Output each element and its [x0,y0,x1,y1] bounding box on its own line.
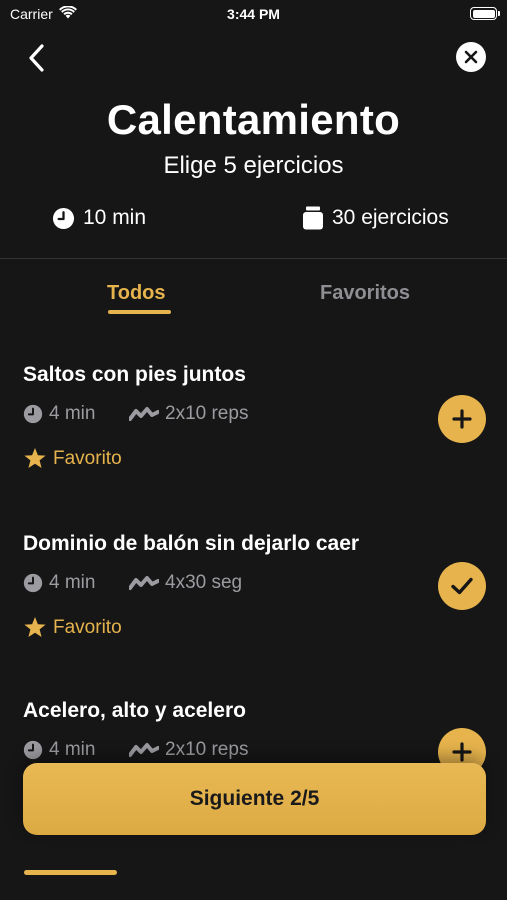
tab-todos[interactable]: Todos [107,282,166,305]
status-time: 3:44 PM [227,6,280,22]
screen: Carrier 3:44 PM Calentamiento Elige 5 ej… [0,0,507,900]
wave-icon [129,743,159,757]
status-bar: Carrier 3:44 PM [0,0,507,28]
page-subtitle: Elige 5 ejercicios [163,152,344,179]
plus-icon [452,409,472,429]
wave-icon [129,407,159,421]
total-duration-label: 10 min [83,206,147,229]
star-icon [24,617,46,637]
clock-icon [23,740,43,760]
exercise-reps-label: 2x10 reps [165,739,249,760]
workout-meta: 10 min 30 ejercicios [0,206,507,236]
exercise-duration-label: 4 min [49,739,96,760]
exercise-duration: 4 min [23,403,129,425]
exercise-duration: 4 min [23,739,129,761]
close-icon [464,50,478,64]
clock-icon [52,207,75,229]
selected-exercise-button[interactable] [438,562,486,610]
back-button[interactable] [20,40,52,76]
page-title: Calentamiento [106,96,401,143]
exercise-reps-label: 4x30 seg [165,572,243,593]
total-duration: 10 min [52,206,146,230]
favorite-label: Favorito [53,447,122,469]
active-tab-indicator [108,310,171,314]
exercise-duration-label: 4 min [49,572,96,593]
add-exercise-button[interactable] [438,395,486,443]
checkmark-icon [451,577,473,595]
exercise-meta: 4 min 2x10 reps [23,403,248,425]
favorite-badge: Favorito [23,616,122,639]
header-divider [0,258,507,259]
exercise-title: Acelero, alto y acelero [23,699,246,722]
exercise-item[interactable]: Saltos con pies juntos 4 min 2x10 reps F… [0,363,507,513]
next-button[interactable]: Siguiente 2/5 [23,763,486,835]
exercise-meta: 4 min 2x10 reps [23,739,248,761]
exercise-item[interactable]: Dominio de balón sin dejarlo caer 4 min … [0,532,507,682]
total-exercises: 30 ejercicios [302,206,449,230]
progress-indicator [24,870,117,875]
cup-icon [303,206,323,230]
clock-icon [23,573,43,593]
chevron-left-icon [29,44,44,72]
exercise-meta: 4 min 4x30 seg [23,572,242,594]
battery-icon [470,7,500,20]
exercise-title: Saltos con pies juntos [23,363,246,386]
exercise-reps: 4x30 seg [129,572,242,594]
tab-favoritos[interactable]: Favoritos [320,282,410,305]
exercise-reps: 2x10 reps [129,739,248,761]
total-exercises-label: 30 ejercicios [332,206,449,229]
favorite-label: Favorito [53,616,122,638]
star-icon [24,448,46,468]
battery-tip [498,11,500,16]
exercise-reps: 2x10 reps [129,403,248,425]
battery-fill [472,9,495,18]
exercise-reps-label: 2x10 reps [165,403,249,424]
wave-icon [129,576,159,590]
close-button[interactable] [456,42,486,72]
exercise-duration-label: 4 min [49,403,96,424]
exercise-title: Dominio de balón sin dejarlo caer [23,532,360,555]
plus-icon [452,742,472,762]
clock-icon [23,404,43,424]
exercise-duration: 4 min [23,572,129,594]
favorite-badge: Favorito [23,447,122,470]
